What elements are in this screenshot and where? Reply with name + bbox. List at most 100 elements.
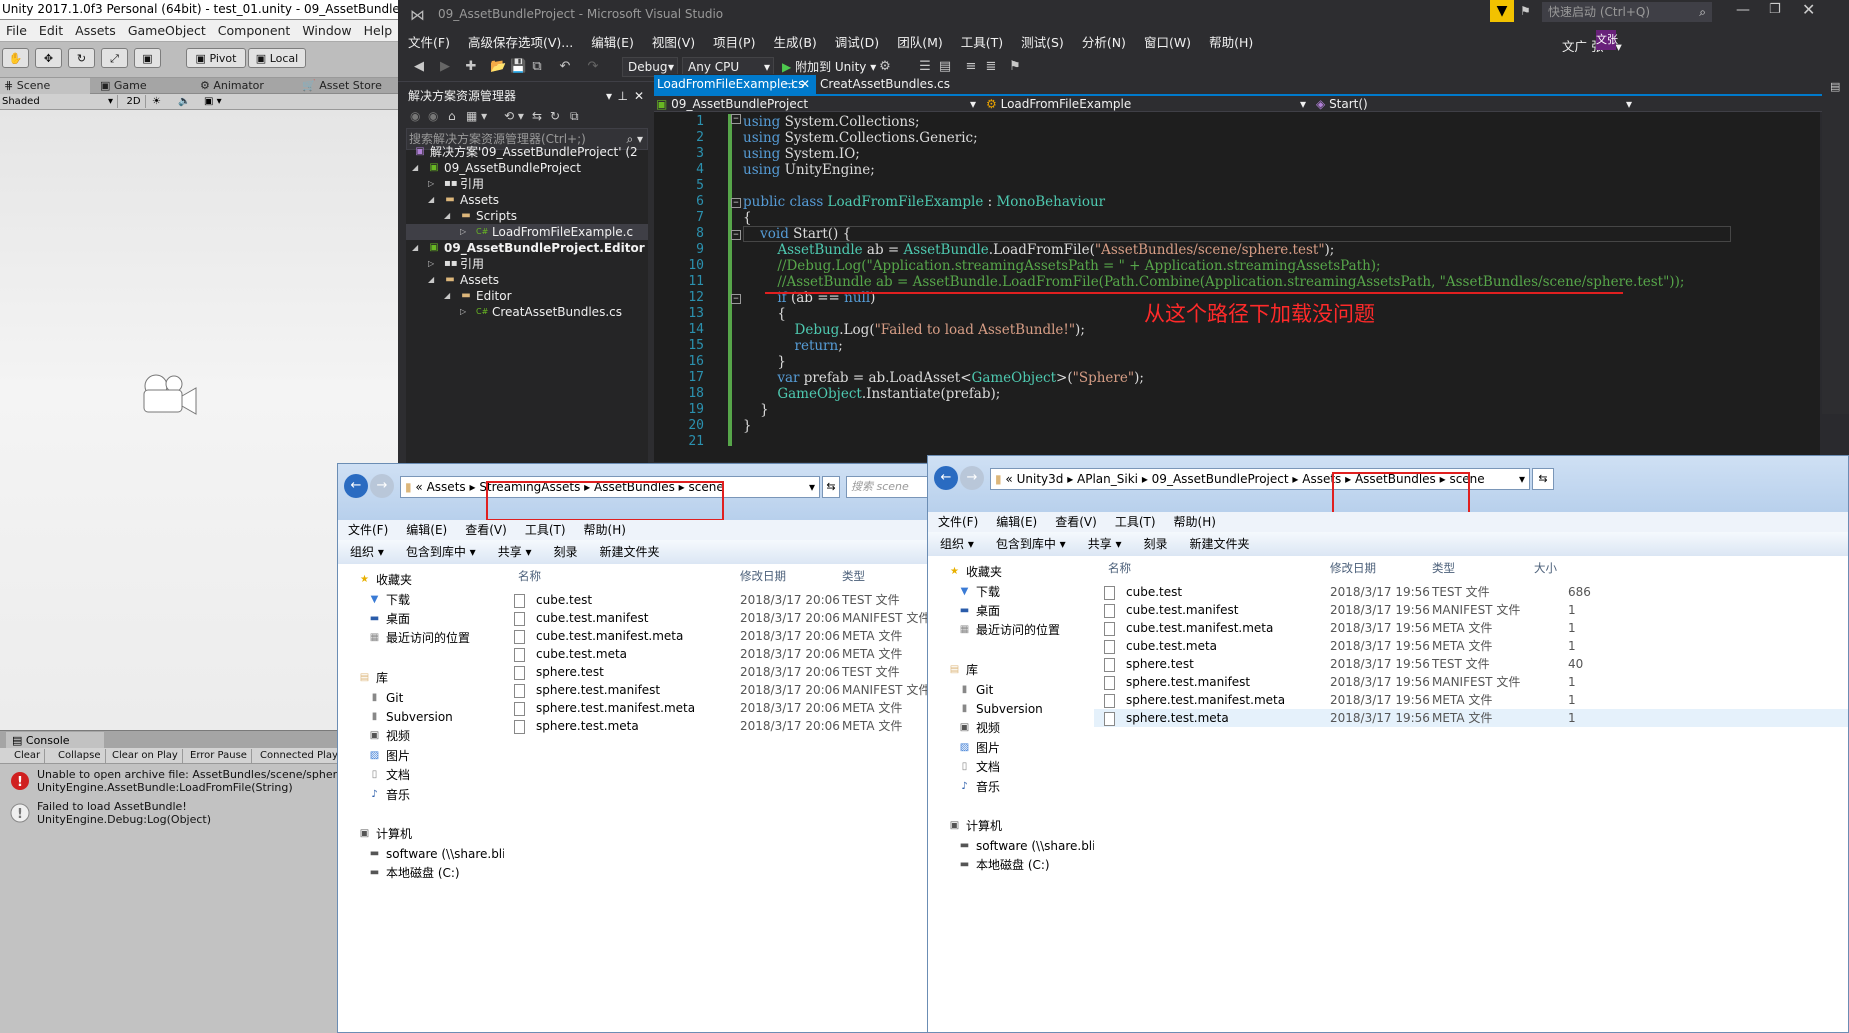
tree-item-creatassetbundles[interactable]: ▷ C# CreatAssetBundles.cs <box>406 304 648 320</box>
unity-menu-help[interactable]: Help <box>358 20 398 38</box>
back-icon[interactable]: ◀ <box>412 60 426 74</box>
menu-tools[interactable]: 工具(T) <box>1105 512 1164 532</box>
burn-button[interactable]: 刻录 <box>1132 532 1178 556</box>
menu-help[interactable]: 帮助(H) <box>574 520 634 540</box>
tree-item-references[interactable]: ▷ ▪▪ 引用 <box>406 256 648 272</box>
menu-edit[interactable]: 编辑(E) <box>396 520 455 540</box>
vs-menu-window[interactable]: 窗口(W) <box>1134 30 1199 51</box>
rotate-tool-icon[interactable]: ↻ <box>68 48 95 68</box>
table-row[interactable]: sphere.test.manifest.meta 2018/3/17 19:56… <box>1094 691 1848 709</box>
panel-menu-icon[interactable]: ▾ <box>606 86 612 106</box>
quick-launch-input[interactable]: 快速启动 (Ctrl+Q) ⌕ <box>1542 2 1712 22</box>
tree-item-solution[interactable]: ▣ 解决方案'09_AssetBundleProject' (2 <box>406 144 648 160</box>
class-dropdown[interactable]: ⚙ LoadFromFileExample ▾ <box>986 96 1310 112</box>
outline-icon[interactable]: ▤ <box>938 60 952 74</box>
tab-animator[interactable]: ⚙ Animator <box>196 78 296 94</box>
vs-menu-test[interactable]: 测试(S) <box>1011 30 1072 51</box>
table-row[interactable]: cube.test.meta 2018/3/17 20:06 META 文件 <box>504 645 940 663</box>
method-dropdown[interactable]: ◈ Start() ▾ <box>1316 96 1636 112</box>
console-clear-button[interactable]: Clear <box>10 749 46 763</box>
move-tool-icon[interactable]: ✥ <box>35 48 62 68</box>
share-button[interactable]: 共享 ▾ <box>1076 532 1132 556</box>
new-folder-button[interactable]: 新建文件夹 <box>588 540 670 564</box>
avatar[interactable]: 文张 <box>1596 30 1618 50</box>
search-input[interactable]: 搜索 scene <box>846 476 940 498</box>
project-dropdown[interactable]: ▣ 09_AssetBundleProject ▾ <box>656 96 980 112</box>
redo-icon[interactable]: ↷ <box>586 60 600 74</box>
shaded-dropdown[interactable]: Shaded ▾ <box>2 95 118 108</box>
solution-view-icon[interactable]: ▦ ▾ <box>466 109 487 123</box>
effects-dropdown-icon[interactable]: ▣ ▾ <box>204 95 240 108</box>
tree-item-scripts[interactable]: ◢ ▬ Scripts <box>406 208 648 224</box>
tree-item-editor-project[interactable]: ◢ ▣ 09_AssetBundleProject.Editor <box>406 240 648 256</box>
bookmark-icon[interactable]: ⚑ <box>1008 60 1022 74</box>
table-row[interactable]: sphere.test 2018/3/17 19:56 TEST 文件 40 <box>1094 655 1848 673</box>
open-file-icon[interactable]: 📂 <box>490 60 506 74</box>
menu-help[interactable]: 帮助(H) <box>1164 512 1224 532</box>
outdent-icon[interactable]: ≣ <box>984 60 998 74</box>
tab-creatassetbundles[interactable]: CreatAssetBundles.cs <box>820 75 950 94</box>
table-row[interactable]: cube.test.manifest.meta 2018/3/17 19:56 ME… <box>1094 619 1848 637</box>
new-folder-button[interactable]: 新建文件夹 <box>1178 532 1260 556</box>
tree-item-project[interactable]: ◢ ▣ 09_AssetBundleProject <box>406 160 648 176</box>
indent-icon[interactable]: ≡ <box>964 60 978 74</box>
home-icon[interactable]: ⌂ <box>448 109 456 123</box>
table-row[interactable]: cube.test.manifest.meta 2018/3/17 20:06 ME… <box>504 627 940 645</box>
close-button[interactable]: ✕ <box>1802 0 1822 19</box>
column-header-type[interactable]: 类型 <box>1432 556 1455 580</box>
unity-menu-assets[interactable]: Assets <box>69 20 122 38</box>
table-row[interactable]: sphere.test.meta 2018/3/17 19:56 META 文件 1 <box>1094 709 1848 727</box>
history-icon[interactable]: ⟲ ▾ <box>504 109 524 123</box>
table-row[interactable]: sphere.test.manifest.meta 2018/3/17 20:06… <box>504 699 940 717</box>
back-button[interactable]: ← <box>344 474 368 498</box>
forward-icon[interactable]: ◉ <box>428 109 438 123</box>
unity-menu-file[interactable]: File <box>0 20 33 38</box>
vs-menu-build[interactable]: 生成(B) <box>763 30 824 51</box>
hand-tool-icon[interactable]: ✋ <box>2 48 29 68</box>
toolbox-icon[interactable]: ⚙ <box>878 60 892 74</box>
column-header-size[interactable]: 大小 <box>1534 556 1557 580</box>
table-row[interactable]: sphere.test.manifest 2018/3/17 19:56 MANIF… <box>1094 673 1848 691</box>
menu-edit[interactable]: 编辑(E) <box>986 512 1045 532</box>
column-header-name[interactable]: 名称 <box>518 564 541 588</box>
audio-toggle-icon[interactable]: 🔈 <box>178 95 194 108</box>
burn-button[interactable]: 刻录 <box>542 540 588 564</box>
new-project-icon[interactable]: ✚ <box>464 60 478 74</box>
toolbox-icon[interactable]: ▤ <box>1830 80 1840 93</box>
breadcrumb-aplan-siki[interactable]: APlan_Siki <box>1077 472 1138 486</box>
notification-filter-icon[interactable]: ▼ <box>1490 0 1514 22</box>
share-button[interactable]: 共享 ▾ <box>486 540 542 564</box>
column-header-type[interactable]: 类型 <box>842 564 865 588</box>
tab-game[interactable]: ▣ Game <box>96 78 186 94</box>
rect-tool-icon[interactable]: ▣ <box>134 48 161 68</box>
minimize-button[interactable]: — <box>1736 2 1756 18</box>
table-row[interactable]: cube.test.manifest 2018/3/17 20:06 MANIFES… <box>504 609 940 627</box>
pin-icon[interactable]: ⊥ <box>618 86 628 106</box>
sync-icon[interactable]: ⇆ <box>532 109 542 123</box>
organize-button[interactable]: 组织 ▾ <box>928 532 984 556</box>
forward-button[interactable]: → <box>370 474 394 498</box>
2d-toggle[interactable]: 2D <box>122 95 146 108</box>
column-header-date[interactable]: 修改日期 <box>740 564 786 588</box>
collapse-icon[interactable]: − <box>731 114 741 124</box>
column-header-date[interactable]: 修改日期 <box>1330 556 1376 580</box>
unity-menu-component[interactable]: Component <box>212 20 297 38</box>
vs-menu-analyze[interactable]: 分析(N) <box>1072 30 1134 51</box>
tab-console[interactable]: ▤ Console <box>6 732 104 749</box>
back-icon[interactable]: ◉ <box>410 109 420 123</box>
console-error-pause-button[interactable]: Error Pause <box>186 749 252 763</box>
tree-item-references[interactable]: ▷ ▪▪ 引用 <box>406 176 648 192</box>
vs-menu-project[interactable]: 项目(P) <box>703 30 763 51</box>
vs-menu-help[interactable]: 帮助(H) <box>1199 30 1261 51</box>
save-all-icon[interactable]: ⧉ <box>530 60 544 74</box>
console-clear-on-play-button[interactable]: Clear on Play <box>108 749 183 763</box>
refresh-button[interactable]: ⇆ <box>822 476 840 498</box>
back-button[interactable]: ← <box>934 466 958 490</box>
column-header-name[interactable]: 名称 <box>1108 556 1131 580</box>
pivot-button[interactable]: ▣ Pivot <box>186 48 246 68</box>
collapse-all-icon[interactable]: ⧉ <box>570 109 579 124</box>
code-editor[interactable]: 1 2 3 4 5 6 7 8 9 10 11 12 13 14 15 16 1… <box>654 112 1849 462</box>
maximize-button[interactable]: ❐ <box>1769 2 1789 17</box>
feedback-icon[interactable]: ⚑ <box>1520 4 1536 20</box>
vs-menu-file[interactable]: 文件(F) <box>398 30 458 51</box>
